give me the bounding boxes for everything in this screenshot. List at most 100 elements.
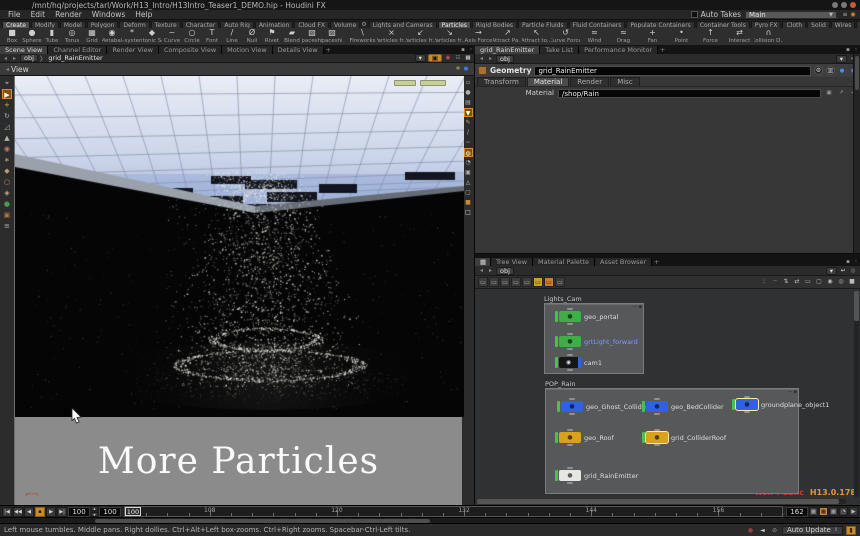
node-grid-colliderroof[interactable]: ●grid_ColliderRoof [642,432,726,443]
network-box-controls[interactable]: − ▪ [788,389,797,395]
shelf-tool-line[interactable]: /Line [222,28,242,45]
playbar-option-icon-4[interactable]: ▶ [849,507,858,516]
left-tool-icon-0[interactable]: ⌖ [2,78,12,88]
take-select[interactable]: Main ▼ [745,11,837,19]
left-tool-icon-5[interactable]: ▲ [2,133,12,143]
network-box-body[interactable]: − ▪●geo_Ghost_Collider●geo_BedCollider●g… [545,388,799,494]
param-tab-transform[interactable]: Transform [477,77,526,86]
net-nodeshape-icon-4[interactable]: ▭ [522,277,532,287]
menu-render[interactable]: Render [50,10,87,19]
maximize-button[interactable] [841,2,847,8]
param-back-icon[interactable]: ◂ [478,55,485,62]
viewport-canvas[interactable] [15,76,464,417]
param-forward-icon[interactable]: ▸ [487,55,494,62]
shelf-tool-fan[interactable]: +Fan [638,28,667,45]
right-tool-icon-10[interactable]: ◬ [464,178,473,187]
shelf-tool-point[interactable]: •Point [667,28,696,45]
sync-pane-icon[interactable]: ▣ [428,54,442,62]
right-tool-icon-7[interactable]: ◍ [464,148,473,157]
net-nodeshape-icon-6[interactable]: ▭ [544,277,554,287]
node-grid-rainemitter[interactable]: ●grid_RainEmitter [555,470,638,481]
add-pane-tab-left[interactable]: + [324,46,333,54]
net-nodeshape-icon-5[interactable]: ▭ [533,277,543,287]
right-tool-icon-6[interactable]: ~ [464,138,473,147]
right-tool-icon-8[interactable]: ◔ [464,158,473,167]
menu-edit[interactable]: Edit [26,10,51,19]
node-geo-roof[interactable]: ●geo_Roof [555,432,614,443]
shelf-tool-font[interactable]: TFont [202,28,222,45]
shelf-tool-force[interactable]: ↑Force [696,28,725,45]
network-split-icon[interactable]: ◦ [852,258,860,266]
network-canvas[interactable]: Non-Public H13.0.178 Lights_Cam− ▪●geo_p… [475,289,860,505]
right-tool-icon-13[interactable]: □ [464,208,473,217]
stop-button[interactable]: ▪ [35,507,45,517]
left-tool-icon-6[interactable]: ◉ [2,144,12,154]
network-box-body[interactable]: − ▪●geo_portal●grtLight_forward◉cam1 [544,303,644,374]
shelf-tab-volume[interactable]: Volume [330,21,360,28]
shelf-tool-curve[interactable]: ~Curve [162,28,182,45]
pane-tab-performance-monitor[interactable]: Performance Monitor [579,46,658,54]
shelf-tool-particles-fr[interactable]: ↘Particles fr... [435,28,464,45]
network-hscroll-thumb[interactable] [477,499,839,504]
node-display-flag[interactable] [555,357,558,368]
timeline-ruler[interactable]: 100 108120132144156 [124,506,783,517]
net-nodeshape-icon-0[interactable]: ▭ [478,277,488,287]
minimize-button[interactable] [832,2,838,8]
node-geo-bedcollider[interactable]: ●geo_BedCollider [642,401,724,412]
shelf-tool-wind[interactable]: ≈Wind [580,28,609,45]
message-log-icon[interactable]: ● [746,526,755,535]
auto-update-select[interactable]: Auto Update ⇕ [782,526,843,535]
net-view-icon-7[interactable]: ◎ [836,277,846,287]
record-flipbook-icon[interactable]: ◉ [444,54,452,62]
open-floating-icon[interactable]: ↗ [837,89,845,97]
network-path-chip[interactable]: obj [496,267,514,275]
right-tool-icon-2[interactable]: ▤ [464,98,473,107]
shelf-tab-auto-rig[interactable]: Auto Rig [220,21,253,28]
shelf-tab-lights-and-cameras[interactable]: Lights and Cameras [369,21,437,28]
shelf-tool-grid[interactable]: ▦Grid [82,28,102,45]
network-find-icon[interactable]: ◎ [849,267,857,275]
network-hscrollbar[interactable] [477,499,846,504]
auto-takes-checkbox[interactable] [691,11,698,18]
material-field-value[interactable]: /shop/Rain [558,89,821,98]
range-start-field[interactable]: 100 [99,507,121,517]
shelf-gear-icon[interactable]: ⚙ [361,21,366,28]
shelf-tab-model[interactable]: Model [60,21,86,28]
shelf-tool-sphere[interactable]: ●Sphere [22,28,42,45]
right-tool-icon-0[interactable]: ▫ [464,78,473,87]
left-tool-icon-12[interactable]: ▣ [2,210,12,220]
jump-start-button[interactable]: |◀ [2,507,12,517]
right-tool-icon-9[interactable]: ▣ [464,168,473,177]
shelf-tool-blend[interactable]: ▰Blend [282,28,302,45]
shelf-tool-attract-to[interactable]: ↖Attract to... [522,28,551,45]
network-box-controls[interactable]: − ▪ [633,304,642,310]
node-display-flag[interactable] [557,401,560,412]
shelf-tab-populate-containers[interactable]: Populate Containers [626,21,694,28]
shelf-tab-texture[interactable]: Texture [151,21,181,28]
shelf-tab-particles[interactable]: Particles [438,21,471,28]
shelf-tool-metaball[interactable]: ◉Metaball [102,28,122,45]
current-frame-marker[interactable]: 100 [125,507,141,516]
playbar-option-icon-2[interactable]: ▦ [829,507,838,516]
shelf-tool-box[interactable]: ■Box [2,28,22,45]
view-menu-button[interactable] [394,80,416,86]
menu-help[interactable]: Help [130,10,157,19]
left-tool-icon-10[interactable]: ◈ [2,188,12,198]
left-tool-icon-4[interactable]: ◿ [2,122,12,132]
param-tab-render[interactable]: Render [570,77,609,86]
network-undo-icon[interactable]: ↩ [839,267,847,275]
node-name-field[interactable]: grid_RainEmitter [534,66,811,76]
net-nodeshape-icon-7[interactable]: ▭ [555,277,565,287]
node-display-flag[interactable] [642,432,645,443]
node-display-flag[interactable] [642,401,645,412]
right-tool-icon-5[interactable]: / [464,128,473,137]
left-tool-icon-1[interactable]: ▶ [2,89,12,99]
network-tab-tree-view[interactable]: Tree View [491,258,533,266]
jump-end-button[interactable]: ▶| [57,507,67,517]
left-tool-icon-2[interactable]: + [2,100,12,110]
shelf-tab-character[interactable]: Character [182,21,220,28]
node-display-flag[interactable] [555,470,558,481]
shelf-tool-particles-fr[interactable]: ×Particles fr... [377,28,406,45]
playbar-option-icon-0[interactable]: ▦ [809,507,818,516]
param-path-chip[interactable]: obj [496,55,514,63]
